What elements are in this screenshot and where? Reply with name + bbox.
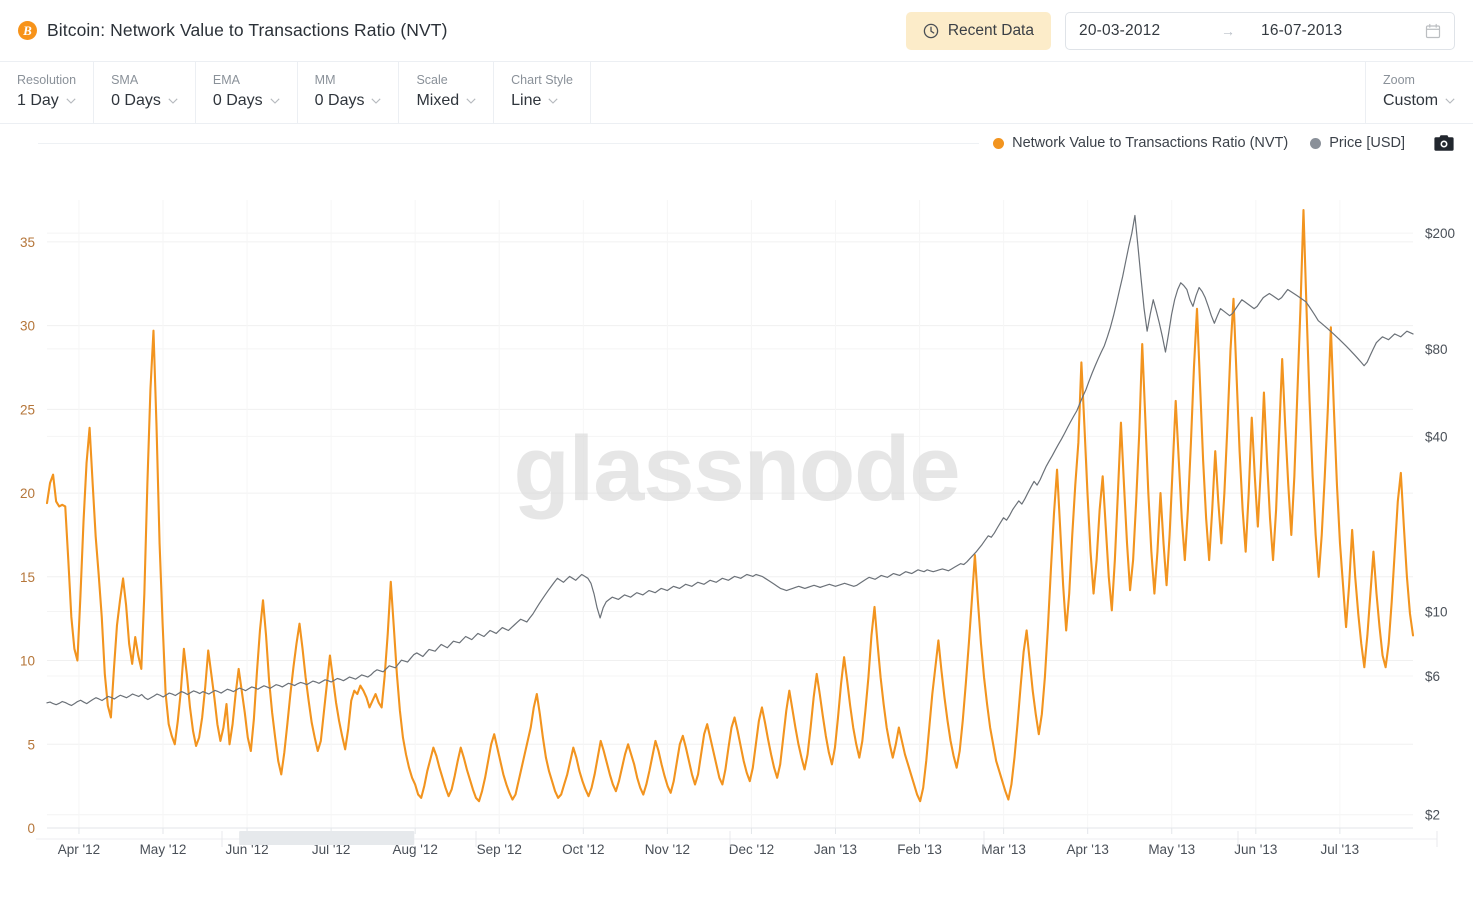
chevron-down-icon (1445, 98, 1455, 104)
chevron-down-icon (270, 98, 280, 104)
legend-item-price[interactable]: Price [USD] (1310, 135, 1405, 151)
tool-sma[interactable]: SMA 0 Days (94, 62, 196, 123)
chart-toolbar: Resolution 1 Day SMA 0 Days EMA 0 Days M… (0, 62, 1473, 124)
recent-data-label: Recent Data (947, 21, 1034, 39)
camera-icon[interactable] (1433, 133, 1455, 153)
tool-sma-text: 0 Days (111, 92, 161, 109)
legend-label-price: Price [USD] (1329, 135, 1405, 151)
y-right-tick: $200 (1425, 226, 1455, 241)
nvt-line (45, 209, 1415, 803)
tool-resolution[interactable]: Resolution 1 Day (0, 62, 95, 123)
tool-mm[interactable]: MM 0 Days (298, 62, 400, 123)
chevron-down-icon (466, 98, 476, 104)
tool-scale[interactable]: Scale Mixed (399, 62, 495, 123)
app-header: B Bitcoin: Network Value to Transactions… (0, 0, 1473, 62)
y-left-tick: 15 (20, 570, 35, 585)
chart-legend-bar: Network Value to Transactions Ratio (NVT… (0, 124, 1473, 162)
legend-dot-nvt (993, 137, 1005, 149)
chevron-down-icon (66, 98, 76, 104)
tool-sma-label: SMA (111, 73, 139, 87)
tool-scale-label: Scale (416, 73, 448, 87)
tool-ema-text: 0 Days (212, 92, 263, 109)
chevron-down-icon (371, 98, 382, 104)
y-left-tick: 0 (27, 821, 35, 836)
nvt-price-chart[interactable]: 05101520253035$2$6$10$40$80$200Apr '12 Ma… (0, 162, 1473, 862)
tool-zoom-text: Custom (1383, 92, 1439, 109)
tool-ema-value[interactable]: 0 Days (213, 91, 280, 111)
tool-resolution-text: 1 Day (17, 92, 59, 109)
title-group: B Bitcoin: Network Value to Transactions… (18, 20, 448, 41)
y-right-tick: $10 (1425, 604, 1448, 619)
header-controls: Recent Data 20-03-2012 → 16-07-2013 (905, 11, 1455, 50)
legend-item-nvt[interactable]: Network Value to Transactions Ratio (NVT… (993, 135, 1288, 151)
y-right-tick: $40 (1425, 429, 1448, 444)
tool-sma-value[interactable]: 0 Days (111, 91, 178, 111)
tool-resolution-label: Resolution (17, 73, 77, 87)
tool-chart-style-text: Line (511, 92, 542, 109)
tool-zoom-value[interactable]: Custom (1383, 91, 1456, 111)
legend-dot-price (1310, 137, 1322, 149)
y-left-tick: 30 (20, 319, 35, 334)
tool-ema[interactable]: EMA 0 Days (196, 62, 298, 123)
tool-chart-style-value[interactable]: Line (511, 91, 573, 111)
tool-mm-label: MM (314, 73, 336, 87)
tool-chart-style[interactable]: Chart Style Line (494, 62, 591, 123)
tool-scale-value[interactable]: Mixed (416, 91, 476, 111)
calendar-icon[interactable] (1425, 23, 1441, 39)
chart-area[interactable]: glassnode 0 5 10 15 20 25 30 35 $2 $6 $10 $40 $80 $20… (0, 162, 1473, 862)
clock-icon (923, 23, 939, 38)
recent-data-button[interactable]: Recent Data (905, 11, 1051, 50)
y-left-tick: 35 (20, 235, 35, 250)
price-line (46, 214, 1414, 707)
y-left-tick: 5 (27, 737, 35, 752)
navigator-scrollbar[interactable] (36, 829, 1437, 849)
legend-items: Network Value to Transactions Ratio (NVT… (979, 133, 1455, 153)
tool-mm-value[interactable]: 0 Days (315, 91, 382, 111)
tool-zoom[interactable]: Zoom Custom (1365, 62, 1473, 123)
tool-chart-style-label: Chart Style (511, 73, 573, 87)
tool-resolution-value[interactable]: 1 Day (17, 91, 76, 111)
bitcoin-icon: B (18, 21, 37, 40)
page-title: Bitcoin: Network Value to Transactions R… (47, 20, 448, 40)
date-arrow-icon: → (1221, 22, 1235, 39)
y-right-tick: $6 (1425, 669, 1440, 684)
y-right-tick: $2 (1425, 808, 1440, 823)
chevron-down-icon (168, 98, 178, 104)
tool-mm-text: 0 Days (314, 92, 365, 109)
date-to-input[interactable]: 16-07-2013 (1261, 22, 1381, 40)
tool-scale-text: Mixed (416, 92, 460, 109)
chevron-down-icon (548, 98, 558, 104)
y-left-tick: 20 (20, 486, 35, 501)
tool-zoom-label: Zoom (1383, 73, 1415, 87)
date-range-picker[interactable]: 20-03-2012 → 16-07-2013 (1065, 11, 1455, 50)
y-right-tick: $80 (1425, 342, 1448, 357)
tool-ema-label: EMA (212, 73, 240, 87)
y-left-tick: 10 (20, 654, 35, 669)
date-from-input[interactable]: 20-03-2012 (1079, 22, 1199, 40)
y-left-tick: 25 (20, 402, 35, 417)
legend-label-nvt: Network Value to Transactions Ratio (NVT… (1012, 135, 1289, 151)
